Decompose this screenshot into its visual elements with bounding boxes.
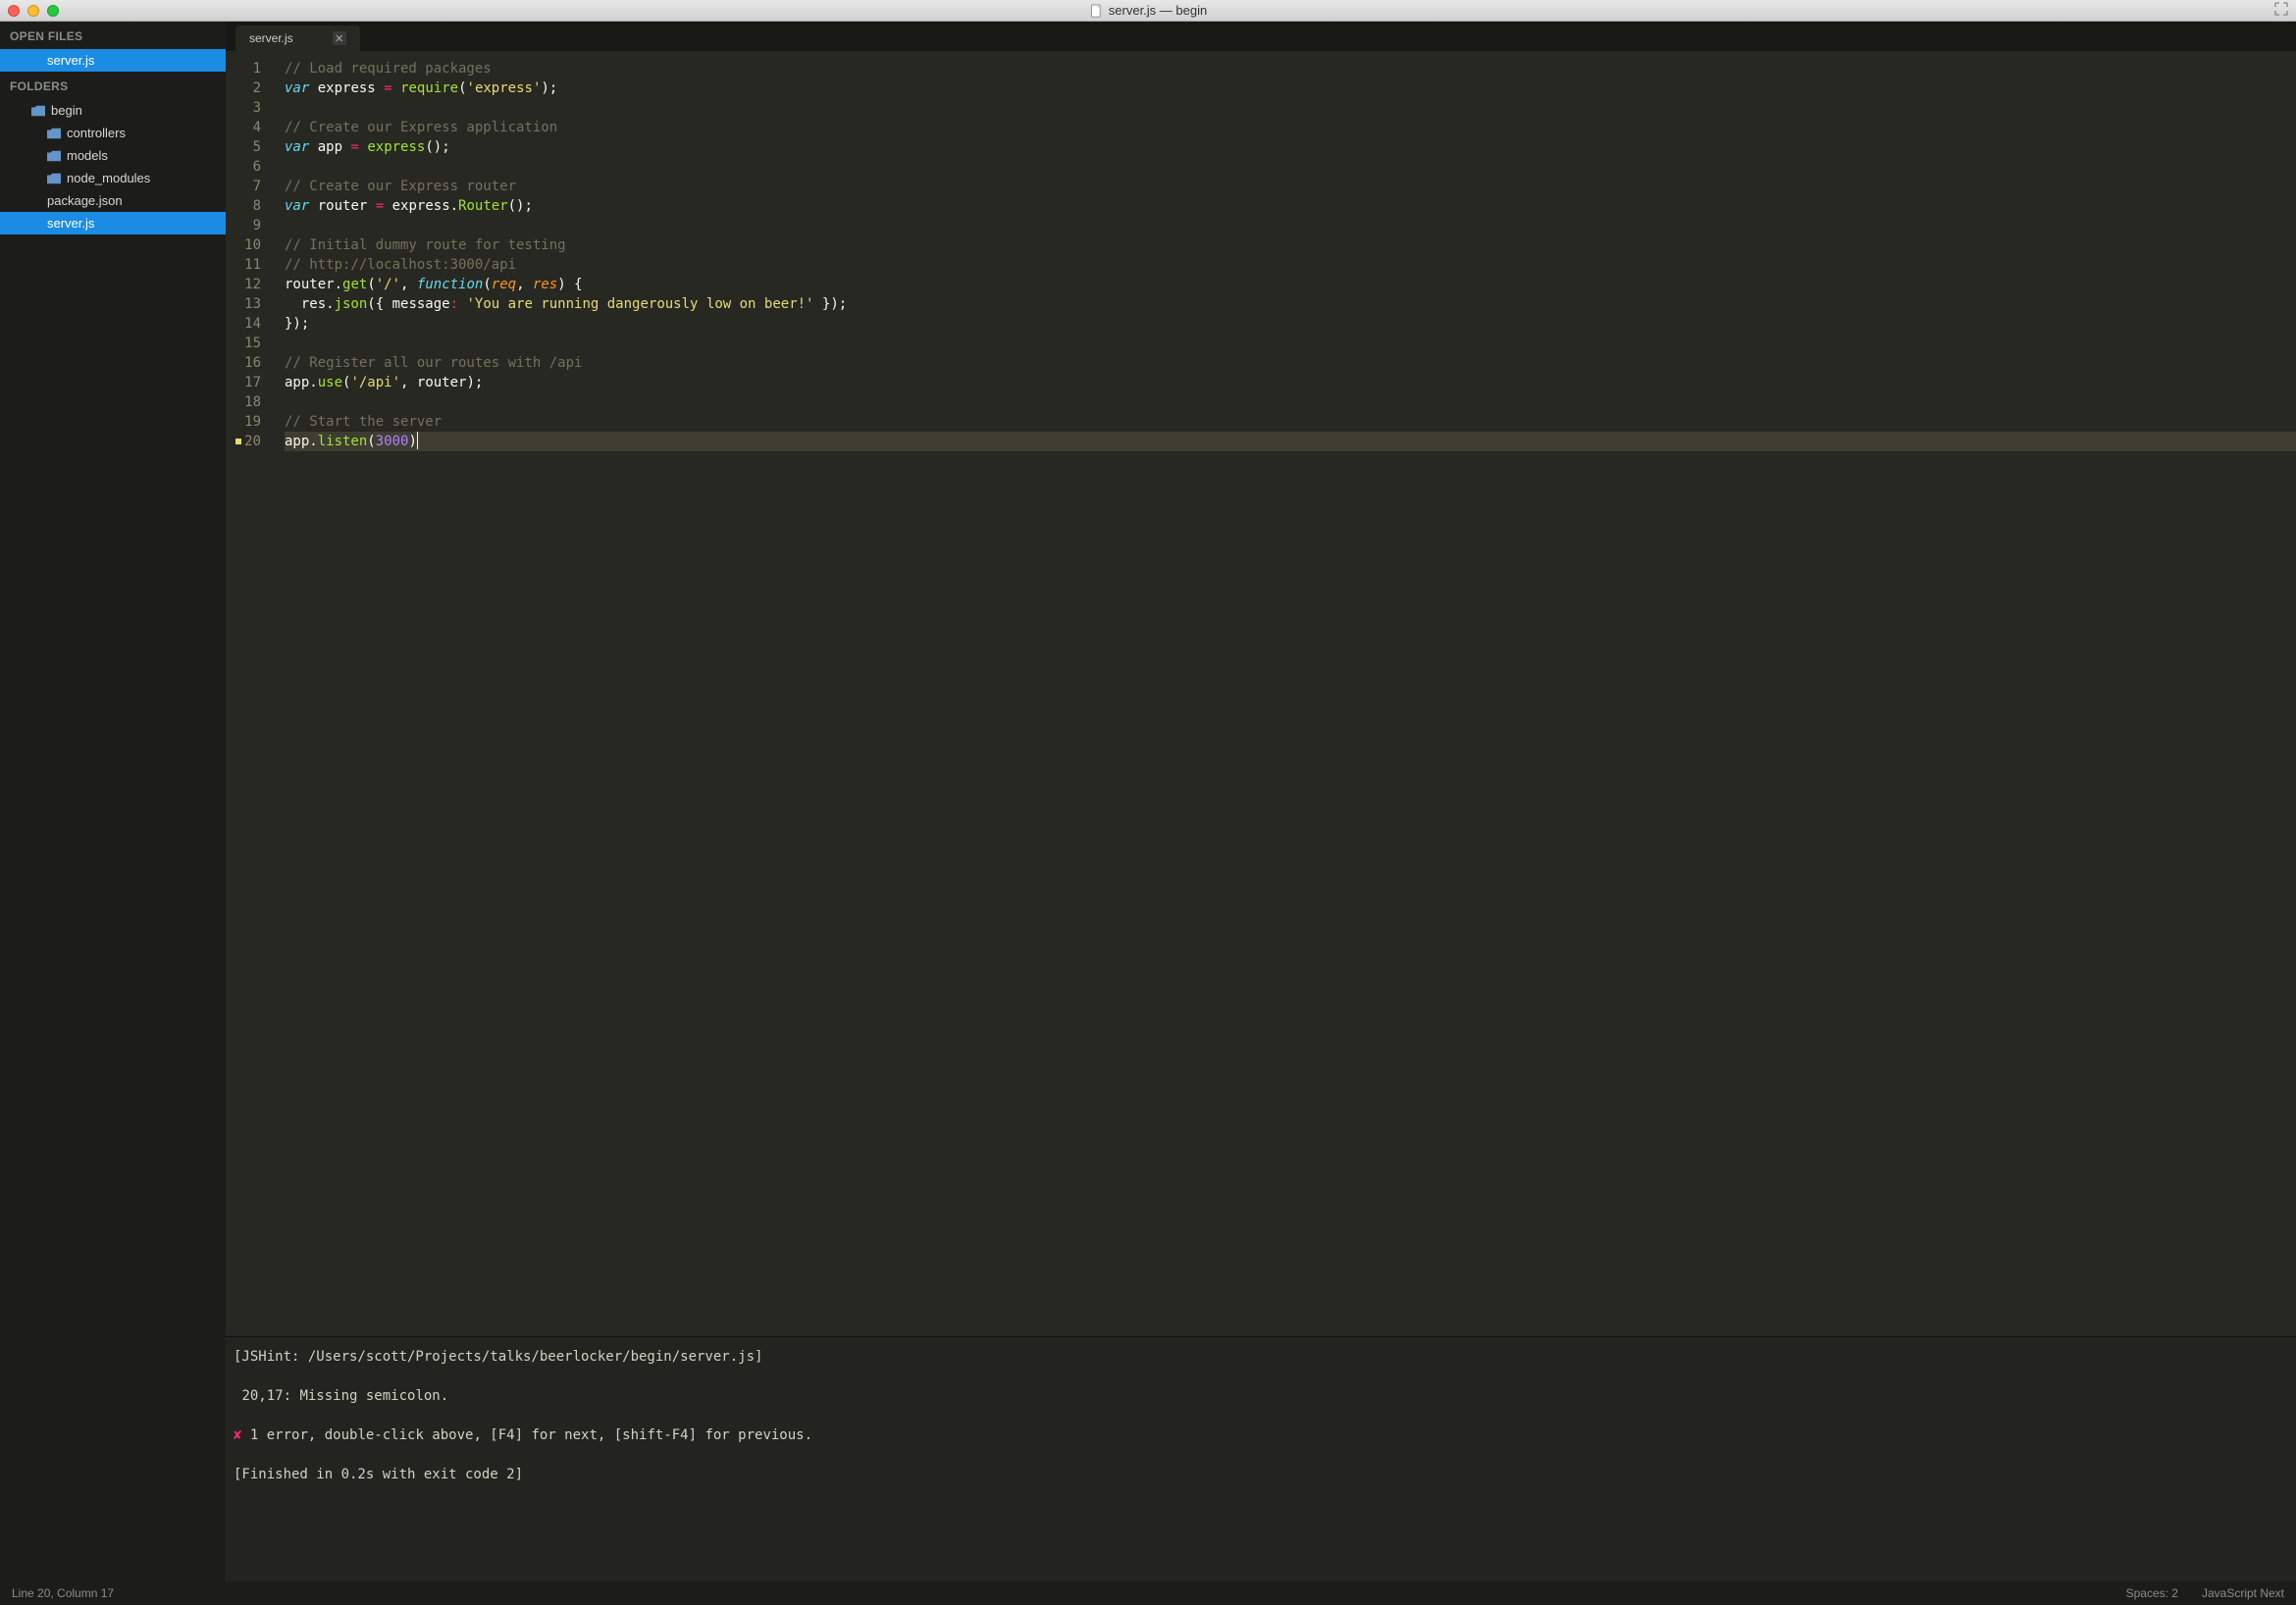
code-line[interactable]: // http://localhost:3000/api xyxy=(285,255,2296,275)
gutter-line-number: 16 xyxy=(226,353,267,373)
code-line[interactable]: // Load required packages xyxy=(285,59,2296,78)
gutter-line-number: 5 xyxy=(226,137,267,157)
code-line[interactable] xyxy=(285,392,2296,412)
cursor-position[interactable]: Line 20, Column 17 xyxy=(12,1586,114,1600)
window-title: server.js — begin xyxy=(1089,3,1207,18)
tab-label: server.js xyxy=(249,31,293,45)
sidebar-item-label: node_modules xyxy=(67,171,150,185)
sidebar-folder-item[interactable]: node_modules xyxy=(0,167,226,189)
gutter-line-number: 2 xyxy=(226,78,267,98)
text-cursor xyxy=(417,432,418,449)
console-line[interactable]: ✘ 1 error, double-click above, [F4] for … xyxy=(234,1425,2288,1445)
sidebar-file-item[interactable]: package.json xyxy=(0,189,226,212)
gutter-line-number: 12 xyxy=(226,275,267,294)
sidebar-item-label: server.js xyxy=(47,53,94,68)
build-output-panel[interactable]: [JSHint: /Users/scott/Projects/talks/bee… xyxy=(226,1336,2296,1581)
code-line[interactable]: var router = express.Router(); xyxy=(285,196,2296,216)
indentation-indicator[interactable]: Spaces: 2 xyxy=(2126,1586,2178,1600)
console-line[interactable] xyxy=(234,1445,2288,1465)
folder-icon xyxy=(47,128,61,139)
open-file-item[interactable]: server.js xyxy=(0,49,226,72)
code-line[interactable]: app.listen(3000) xyxy=(285,432,2296,451)
code-line[interactable]: var app = express(); xyxy=(285,137,2296,157)
language-indicator[interactable]: JavaScript Next xyxy=(2202,1586,2284,1600)
console-line[interactable] xyxy=(234,1406,2288,1425)
gutter-line-number: 15 xyxy=(226,334,267,353)
code-line[interactable]: // Start the server xyxy=(285,412,2296,432)
folder-icon xyxy=(47,173,61,184)
code-line[interactable]: var express = require('express'); xyxy=(285,78,2296,98)
gutter-line-number: 20 xyxy=(226,432,267,451)
gutter-line-number: 13 xyxy=(226,294,267,314)
code-content[interactable]: // Load required packagesvar express = r… xyxy=(275,51,2296,1336)
code-line[interactable]: router.get('/', function(req, res) { xyxy=(285,275,2296,294)
code-line[interactable] xyxy=(285,334,2296,353)
code-line[interactable]: res.json({ message: 'You are running dan… xyxy=(285,294,2296,314)
gutter-line-number: 10 xyxy=(226,235,267,255)
open-files-heading: OPEN FILES xyxy=(0,22,226,49)
sidebar-folder-item[interactable]: models xyxy=(0,144,226,167)
expand-window-icon[interactable] xyxy=(2274,2,2288,19)
folders-heading: FOLDERS xyxy=(0,72,226,99)
window-zoom-button[interactable] xyxy=(47,5,59,17)
tab-server-js[interactable]: server.js ✕ xyxy=(235,26,360,51)
main-area: OPEN FILES server.js FOLDERS begin contr… xyxy=(0,22,2296,1581)
code-editor[interactable]: 1234567891011121314151617181920 // Load … xyxy=(226,51,2296,1336)
gutter: 1234567891011121314151617181920 xyxy=(226,51,275,1336)
sidebar-file-item[interactable]: server.js xyxy=(0,212,226,234)
gutter-line-number: 11 xyxy=(226,255,267,275)
tab-bar: server.js ✕ xyxy=(226,22,2296,51)
code-line[interactable] xyxy=(285,98,2296,118)
window-title-text: server.js — begin xyxy=(1109,3,1207,18)
gutter-line-number: 8 xyxy=(226,196,267,216)
lint-marker-icon xyxy=(235,439,241,444)
code-line[interactable]: // Create our Express router xyxy=(285,177,2296,196)
gutter-line-number: 19 xyxy=(226,412,267,432)
sidebar-item-label: controllers xyxy=(67,126,126,140)
gutter-line-number: 3 xyxy=(226,98,267,118)
console-line[interactable]: [JSHint: /Users/scott/Projects/talks/bee… xyxy=(234,1347,2288,1367)
console-line[interactable]: [Finished in 0.2s with exit code 2] xyxy=(234,1465,2288,1484)
document-icon xyxy=(1089,4,1103,18)
code-line[interactable]: // Register all our routes with /api xyxy=(285,353,2296,373)
window-close-button[interactable] xyxy=(8,5,20,17)
gutter-line-number: 14 xyxy=(226,314,267,334)
code-line[interactable]: // Create our Express application xyxy=(285,118,2296,137)
sidebar-item-label: models xyxy=(67,148,108,163)
code-line[interactable] xyxy=(285,216,2296,235)
editor-pane: server.js ✕ 1234567891011121314151617181… xyxy=(226,22,2296,1581)
traffic-lights xyxy=(8,5,59,17)
gutter-line-number: 1 xyxy=(226,59,267,78)
gutter-line-number: 7 xyxy=(226,177,267,196)
sidebar: OPEN FILES server.js FOLDERS begin contr… xyxy=(0,22,226,1581)
code-line[interactable]: }); xyxy=(285,314,2296,334)
code-line[interactable]: app.use('/api', router); xyxy=(285,373,2296,392)
code-line[interactable]: // Initial dummy route for testing xyxy=(285,235,2296,255)
sidebar-item-label: package.json xyxy=(47,193,123,208)
tab-close-icon[interactable]: ✕ xyxy=(333,31,346,45)
gutter-line-number: 9 xyxy=(226,216,267,235)
gutter-line-number: 17 xyxy=(226,373,267,392)
gutter-line-number: 4 xyxy=(226,118,267,137)
code-line[interactable] xyxy=(285,157,2296,177)
window-minimize-button[interactable] xyxy=(27,5,39,17)
titlebar: server.js — begin xyxy=(0,0,2296,22)
console-line[interactable]: 20,17: Missing semicolon. xyxy=(234,1386,2288,1406)
folder-icon xyxy=(31,105,45,117)
sidebar-item-label: begin xyxy=(51,103,82,118)
sidebar-folder-root[interactable]: begin xyxy=(0,99,226,122)
console-line[interactable] xyxy=(234,1367,2288,1386)
sidebar-folder-item[interactable]: controllers xyxy=(0,122,226,144)
status-bar: Line 20, Column 17 Spaces: 2 JavaScript … xyxy=(0,1581,2296,1605)
folder-icon xyxy=(47,150,61,162)
gutter-line-number: 18 xyxy=(226,392,267,412)
gutter-line-number: 6 xyxy=(226,157,267,177)
sidebar-item-label: server.js xyxy=(47,216,94,231)
error-icon: ✘ xyxy=(234,1427,241,1443)
